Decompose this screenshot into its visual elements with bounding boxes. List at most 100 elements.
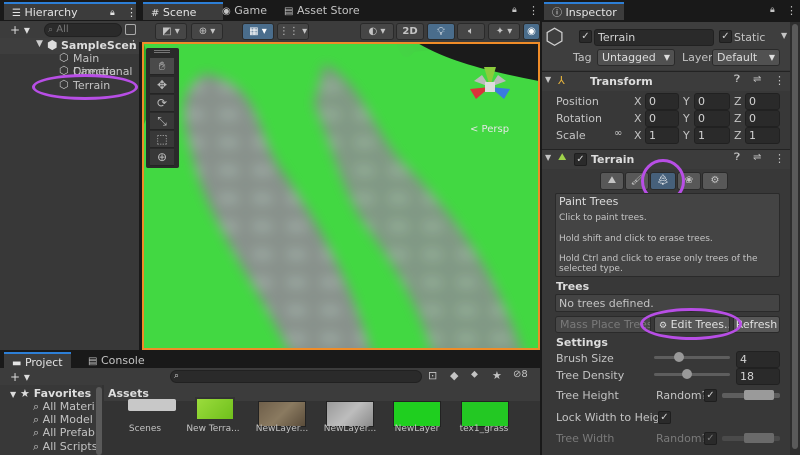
perspective-label[interactable]: < Persp — [470, 124, 509, 135]
hierarchy-search-input[interactable]: ⌕ All — [44, 23, 122, 37]
rotation-z-field[interactable]: 0 — [745, 110, 780, 127]
random-height-checkbox[interactable]: ✓ — [704, 389, 717, 402]
tool-palette-handle[interactable] — [154, 50, 170, 53]
asset-label[interactable]: tex1_grass — [452, 424, 516, 434]
add-object-button[interactable]: + ▾ — [10, 23, 30, 37]
tree-density-slider-thumb[interactable] — [681, 369, 692, 379]
hand-tool-icon[interactable]: ✋︎ — [150, 58, 174, 75]
gameobject-cube-icon: ⬡ — [59, 51, 69, 64]
component-menu-icon[interactable]: ⋮ — [774, 152, 785, 165]
audio-toggle-button[interactable]: 🔈︎ — [457, 23, 485, 40]
more-menu-icon[interactable]: ⋮ — [528, 4, 539, 17]
rect-tool-icon[interactable]: ⬚ — [150, 131, 174, 148]
asset-label[interactable]: NewLayer... — [250, 424, 314, 434]
search-by-type-icon[interactable]: ⊡ — [428, 369, 437, 382]
expand-arrow-icon[interactable]: ▼ — [36, 39, 43, 49]
lock-icon[interactable]: 🔒︎ — [770, 5, 775, 15]
rotate-tool-icon[interactable]: ⟳ — [150, 95, 174, 112]
rotation-x-field[interactable]: 0 — [645, 110, 679, 127]
tree-height-range-thumb[interactable] — [744, 390, 774, 400]
tag-dropdown[interactable]: Untagged ▼ — [597, 49, 675, 66]
transform-header[interactable]: ▼ ⅄ Transform ❓︎ ⇌ ⋮ — [542, 71, 790, 91]
inspector-scrollbar-thumb[interactable] — [792, 24, 798, 449]
static-checkbox[interactable]: ✓ — [719, 30, 732, 43]
scale-tool-icon[interactable]: ⤡ — [150, 113, 174, 130]
scale-y-field[interactable]: 1 — [694, 127, 730, 144]
favorite-item[interactable]: ⌕ All Scripts — [33, 440, 97, 454]
brush-size-field[interactable]: 4 — [736, 351, 780, 368]
search-filter-icon[interactable] — [125, 24, 136, 35]
position-y-field[interactable]: 0 — [694, 93, 730, 110]
transform-tool-icon[interactable]: ⊕ — [150, 149, 174, 166]
global-toggle-button[interactable]: ⊕ ▾ — [191, 23, 223, 40]
tree-density-slider[interactable] — [654, 373, 730, 376]
preset-icon[interactable]: ⇌ — [753, 74, 761, 85]
scale-x-field[interactable]: 1 — [645, 127, 679, 144]
position-z-field[interactable]: 0 — [745, 93, 780, 110]
help-icon[interactable]: ❓︎ — [734, 74, 740, 85]
random-height-label: Random? — [656, 389, 708, 402]
lock-icon[interactable]: 🔒︎ — [110, 4, 115, 22]
search-icon: ⌕ — [33, 440, 40, 453]
asset-label[interactable]: Scenes — [113, 424, 177, 434]
terrain-enabled-checkbox[interactable]: ✓ — [574, 153, 587, 166]
static-dropdown-icon[interactable]: ▼ — [781, 31, 787, 40]
favorites-header[interactable]: ▼ ★ Favorites — [10, 387, 91, 400]
tab-inspector[interactable]: ⓘ Inspector — [544, 2, 624, 20]
project-search-input[interactable]: ⌕ — [170, 370, 422, 383]
scene-viewport[interactable]: < Persp — [142, 42, 540, 350]
position-x-field[interactable]: 0 — [645, 93, 679, 110]
tree-density-field[interactable]: 18 — [736, 368, 780, 385]
favorite-item[interactable]: ⌕ All Model — [33, 413, 93, 427]
active-checkbox[interactable]: ✓ — [579, 30, 592, 43]
asset-folder-thumbnail[interactable] — [128, 399, 176, 411]
lock-width-label: Lock Width to Height — [556, 411, 671, 424]
constrain-proportions-link-icon[interactable]: ∞ — [614, 128, 622, 139]
tab-asset-store[interactable]: ▤ Asset Store — [276, 2, 368, 20]
move-tool-icon[interactable]: ✥ — [150, 77, 174, 94]
toggle-2d-button[interactable]: 2D — [396, 23, 424, 40]
layer-dropdown[interactable]: Default ▼ — [712, 49, 780, 66]
project-add-button[interactable]: + ▾ — [10, 370, 30, 384]
hidden-count-icon[interactable]: ⊘8 — [513, 369, 528, 380]
effects-button[interactable]: ✦ ▾ — [488, 23, 520, 40]
brush-size-slider[interactable] — [654, 356, 730, 359]
more-menu-icon[interactable]: ⋮ — [126, 4, 137, 22]
draw-mode-button[interactable]: ◩ ▾ — [155, 23, 187, 40]
scene-menu-icon[interactable]: ⋮ — [128, 38, 139, 51]
axis-x-label: X — [634, 129, 642, 142]
tag-icon[interactable]: ⬥ — [471, 369, 478, 380]
scene-visibility-button[interactable]: ◉ — [523, 23, 540, 40]
lock-icon[interactable]: 🔒︎ — [512, 5, 517, 15]
object-name-field[interactable]: Terrain — [594, 29, 714, 46]
snap-increment-button[interactable]: ⋮⋮ ▾ — [277, 23, 309, 40]
raise-lower-terrain-tool[interactable]: ⛰︎ — [600, 172, 624, 190]
asset-label[interactable]: NewLayer... — [318, 424, 382, 434]
terrain-settings-tool[interactable]: ⚙ — [702, 172, 728, 190]
scale-z-field[interactable]: 1 — [745, 127, 780, 144]
expand-arrow-icon: ▼ — [545, 75, 552, 84]
favorites-scrollbar[interactable] — [96, 387, 102, 455]
help-icon[interactable]: ❓︎ — [734, 152, 740, 163]
tab-game[interactable]: ◉ Game — [214, 2, 275, 20]
search-by-label-icon[interactable]: ◆ — [450, 369, 458, 382]
chevron-down-icon: ▼ — [768, 53, 775, 62]
asset-label[interactable]: NewLayer — [385, 424, 449, 434]
shading-mode-button[interactable]: ◐ ▾ — [360, 23, 394, 40]
star-filter-icon[interactable]: ★ — [492, 369, 502, 382]
tab-hierarchy[interactable]: ☰ Hierarchy 🔒︎ ⋮ — [4, 2, 137, 22]
lighting-toggle-button[interactable]: 💡︎ — [427, 23, 455, 40]
lock-width-checkbox[interactable]: ✓ — [658, 411, 671, 424]
tab-scene[interactable]: # Scene — [143, 2, 223, 20]
asset-label[interactable]: New Terra... — [181, 424, 245, 434]
component-menu-icon[interactable]: ⋮ — [774, 74, 785, 87]
favorite-item[interactable]: ⌕ All Prefab — [33, 426, 95, 440]
hierarchy-item-main-camera[interactable]: ⬡ Main Camera — [0, 51, 139, 78]
preset-icon[interactable]: ⇌ — [753, 152, 761, 163]
rotation-y-field[interactable]: 0 — [694, 110, 730, 127]
grid-snap-button[interactable]: ▦ ▾ — [242, 23, 274, 40]
more-menu-icon[interactable]: ⋮ — [786, 4, 797, 17]
asset-terrain-thumbnail[interactable] — [195, 397, 235, 421]
scene-orientation-gizmo-icon[interactable] — [462, 59, 522, 119]
favorite-item[interactable]: ⌕ All Materi — [33, 400, 95, 414]
